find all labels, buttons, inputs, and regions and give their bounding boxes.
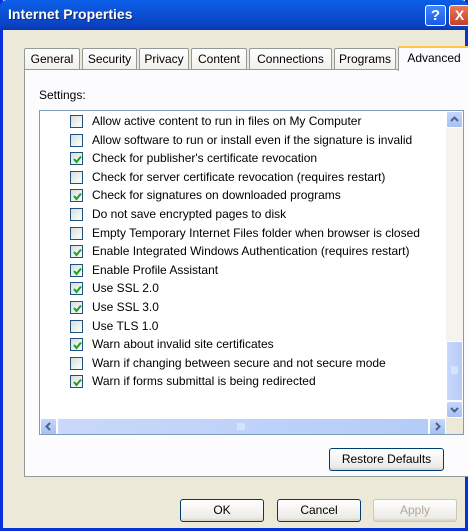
- tab-content[interactable]: Content: [191, 48, 247, 70]
- apply-button[interactable]: Apply: [373, 499, 457, 522]
- setting-checkbox[interactable]: [70, 208, 83, 221]
- grip-icon: [237, 423, 245, 430]
- scroll-left-button[interactable]: [40, 418, 57, 434]
- settings-label: Settings:: [39, 88, 86, 102]
- cancel-button[interactable]: Cancel: [277, 499, 361, 522]
- setting-label: Check for signatures on downloaded progr…: [92, 188, 341, 203]
- arrow-down-icon: [450, 407, 459, 413]
- setting-checkbox[interactable]: [70, 301, 83, 314]
- setting-checkbox[interactable]: [70, 356, 83, 370]
- vertical-scroll-thumb[interactable]: [446, 341, 463, 401]
- setting-checkbox[interactable]: [70, 170, 83, 184]
- advanced-panel: Settings: Allow active content to run in…: [24, 69, 468, 477]
- setting-checkbox[interactable]: [70, 319, 83, 333]
- setting-label: Do not save encrypted pages to disk: [92, 207, 287, 221]
- ok-button[interactable]: OK: [180, 499, 264, 522]
- setting-checkbox[interactable]: [70, 189, 83, 203]
- tab-connections[interactable]: Connections: [249, 48, 332, 70]
- setting-label: Warn if changing between secure and not …: [92, 355, 386, 370]
- setting-label: Use TLS 1.0: [92, 318, 159, 333]
- vertical-scrollbar[interactable]: [446, 111, 463, 418]
- checkmark-icon: [73, 342, 82, 350]
- title-bar[interactable]: Internet Properties ? X: [0, 0, 468, 30]
- horizontal-scroll-thumb[interactable]: [57, 418, 429, 434]
- tab-label: Security: [87, 52, 132, 66]
- checkmark-icon: [73, 286, 82, 294]
- setting-checkbox[interactable]: [70, 282, 83, 296]
- setting-label: Check for publisher's certificate revoca…: [92, 151, 318, 166]
- setting-checkbox[interactable]: [70, 375, 83, 389]
- window-title: Internet Properties: [8, 6, 133, 22]
- arrow-left-icon: [45, 422, 51, 431]
- setting-checkbox[interactable]: [70, 115, 83, 128]
- checkmark-icon: [73, 193, 82, 201]
- tab-general[interactable]: General: [24, 48, 80, 70]
- setting-checkbox[interactable]: [70, 226, 83, 240]
- restore-defaults-button[interactable]: Restore Defaults: [329, 448, 444, 471]
- tab-label: Advanced: [407, 51, 461, 65]
- tab-label: Privacy: [144, 52, 184, 66]
- arrow-up-icon: [450, 116, 459, 122]
- setting-checkbox[interactable]: [70, 133, 83, 147]
- tab-programs[interactable]: Programs: [334, 48, 396, 70]
- tab-label: Content: [197, 52, 241, 66]
- checkmark-icon: [73, 379, 82, 387]
- tab-label: Programs: [338, 52, 391, 66]
- tab-label: General: [30, 52, 74, 66]
- help-button[interactable]: ?: [425, 5, 446, 26]
- setting-label: Allow active content to run in files on …: [92, 114, 362, 128]
- internet-properties-window: Internet Properties ? X General Security…: [0, 0, 468, 531]
- setting-label: Warn if forms submittal is being redirec…: [92, 374, 316, 389]
- setting-label: Use SSL 2.0: [92, 281, 159, 296]
- arrow-right-icon: [435, 422, 441, 431]
- settings-list[interactable]: Allow active content to run in files on …: [39, 110, 464, 435]
- scroll-up-button[interactable]: [446, 111, 463, 128]
- scroll-right-button[interactable]: [429, 418, 446, 434]
- horizontal-scrollbar[interactable]: [40, 418, 446, 434]
- setting-label: Empty Temporary Internet Files folder wh…: [92, 225, 420, 240]
- question-mark-icon: ?: [430, 7, 441, 24]
- checkmark-icon: [73, 156, 82, 164]
- tab-advanced[interactable]: Advanced: [398, 46, 468, 71]
- setting-checkbox[interactable]: [70, 338, 83, 352]
- setting-checkbox[interactable]: [70, 152, 83, 166]
- checkmark-icon: [73, 249, 82, 257]
- setting-label: Use SSL 3.0: [92, 300, 159, 314]
- scrollbar-corner: [446, 418, 463, 434]
- checkmark-icon: [73, 304, 82, 313]
- tab-security[interactable]: Security: [82, 48, 137, 70]
- setting-checkbox[interactable]: [70, 263, 83, 277]
- close-icon: X: [454, 7, 465, 23]
- tab-privacy[interactable]: Privacy: [139, 48, 189, 70]
- setting-label: Allow software to run or install even if…: [92, 132, 413, 147]
- close-button[interactable]: X: [449, 5, 468, 26]
- checkmark-icon: [73, 267, 82, 276]
- setting-label: Enable Profile Assistant: [92, 262, 219, 277]
- setting-label: Warn about invalid site certificates: [92, 337, 274, 352]
- setting-label: Check for server certificate revocation …: [92, 169, 386, 184]
- scroll-down-button[interactable]: [446, 401, 463, 418]
- tab-label: Connections: [257, 52, 324, 66]
- setting-checkbox[interactable]: [70, 245, 83, 259]
- setting-label: Enable Integrated Windows Authentication…: [92, 244, 410, 259]
- grip-icon: [451, 366, 458, 374]
